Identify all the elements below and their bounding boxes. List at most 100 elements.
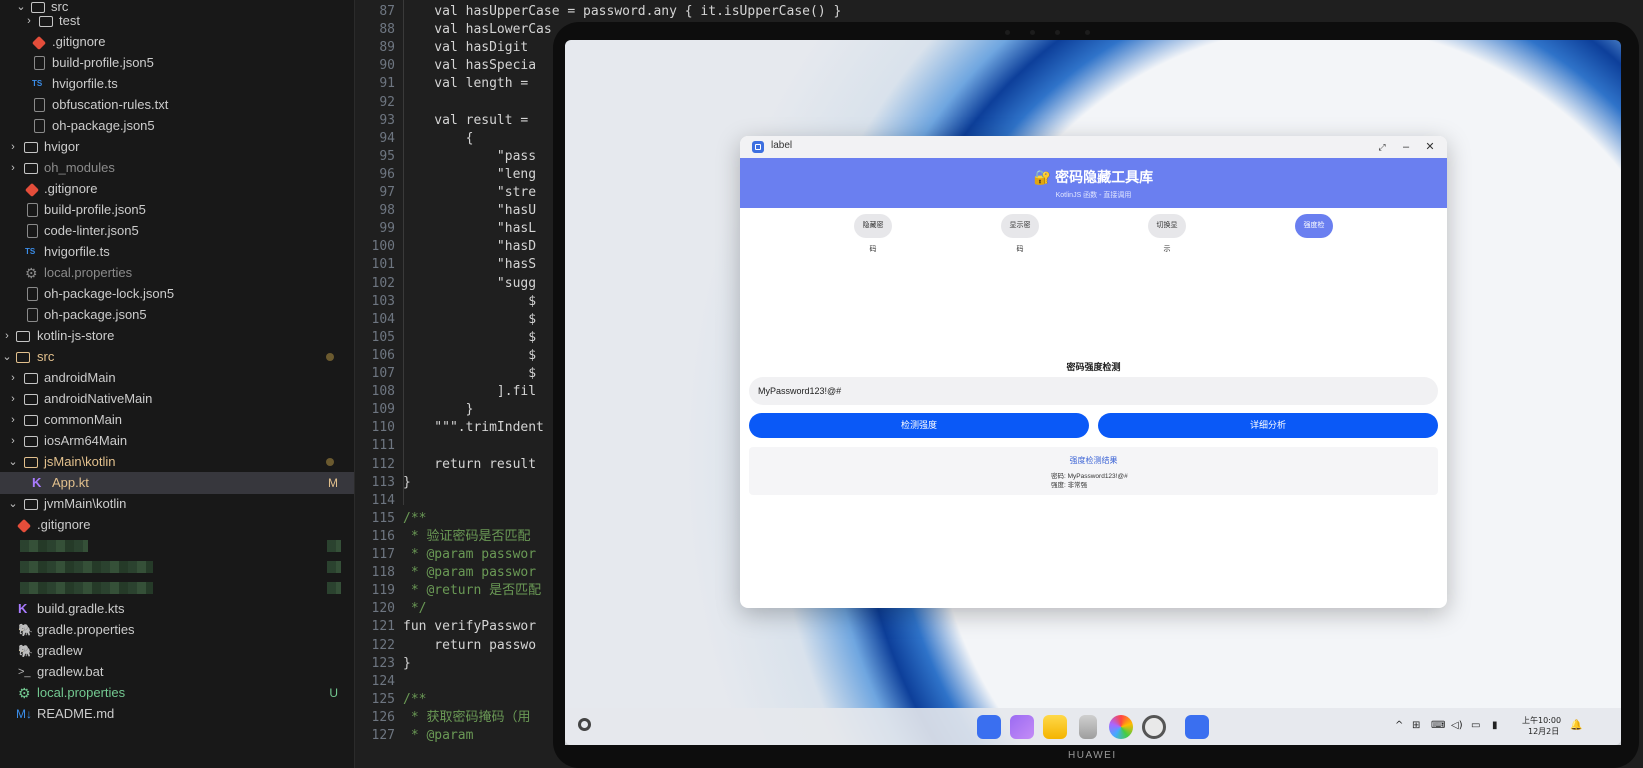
clock-time[interactable]: 上午10:00 [1522, 715, 1561, 726]
tree-file-local-properties[interactable]: ⚙ local.properties U [0, 682, 354, 704]
tree-folder-androidmain[interactable]: › androidMain [0, 367, 354, 389]
window-titlebar[interactable]: label ⤢ – ✕ [740, 136, 1447, 158]
folder-icon [24, 499, 38, 510]
tree-file-gitignore[interactable]: .gitignore [0, 178, 354, 200]
line-number: 91 [379, 76, 395, 92]
tree-folder-jvmmain[interactable]: ⌄ jvmMain\kotlin [0, 493, 354, 515]
trash-app-icon[interactable] [1079, 715, 1097, 739]
code-text: val length = [403, 76, 529, 92]
file-icon [27, 224, 38, 238]
result-title: 强度检测结果 [1069, 456, 1118, 465]
tree-file-readme[interactable]: M↓ README.md [0, 703, 354, 725]
tree-folder-src[interactable]: ⌄ src [0, 346, 354, 368]
tree-file-gitignore[interactable]: .gitignore [0, 31, 354, 53]
code-text: $ [403, 329, 537, 345]
clock-date[interactable]: 12月2日 [1528, 726, 1559, 737]
line-number: 119 [371, 583, 395, 599]
device-brand: HUAWEI [1068, 750, 1117, 761]
tree-file-gradle-properties[interactable]: 🐘 gradle.properties [0, 619, 354, 641]
chevron-up-icon[interactable]: ^ [1395, 720, 1403, 731]
display-icon[interactable]: ▭ [1471, 720, 1480, 731]
tree-label: jvmMain\kotlin [44, 496, 127, 511]
label-app-icon[interactable] [1185, 715, 1209, 739]
chevron-right-icon: › [5, 330, 9, 342]
line-number: 117 [371, 547, 395, 562]
detailed-analysis-button[interactable]: 详细分析 [1098, 413, 1438, 438]
launcher-app-icon[interactable] [977, 715, 1001, 739]
minimize-button[interactable]: – [1398, 139, 1414, 155]
input-method-icon[interactable]: ⊞ [1412, 720, 1420, 731]
tree-file-hvigorfile[interactable]: TS hvigorfile.ts [0, 73, 354, 95]
tab-strength-check[interactable]: 强度检测 [1295, 214, 1333, 253]
multitask-app-icon[interactable] [1010, 715, 1034, 739]
tree-file-gitignore[interactable]: .gitignore [0, 514, 354, 536]
redacted-block [327, 561, 341, 573]
tree-file-build-profile[interactable]: build-profile.json5 [0, 52, 354, 74]
line-number: 109 [371, 402, 395, 418]
battery-icon[interactable]: ▮ [1492, 720, 1498, 731]
tree-file-oh-package-lock[interactable]: oh-package-lock.json5 [0, 283, 354, 305]
tree-file-gradlew[interactable]: 🐘 gradlew [0, 640, 354, 662]
code-text: "leng [403, 166, 537, 182]
line-number: 92 [379, 94, 395, 110]
line-number: 110 [371, 420, 395, 436]
terminal-icon: >_ [18, 666, 31, 678]
code-text: * @param passwor [403, 565, 537, 581]
redacted-block [20, 540, 88, 552]
chevron-right-icon: › [11, 414, 15, 426]
code-text: } [403, 474, 411, 490]
notification-bell-icon[interactable]: 🔔 [1570, 720, 1582, 731]
tree-folder-test[interactable]: › test [0, 10, 354, 32]
tree-file-gradlew-bat[interactable]: >_ gradlew.bat [0, 661, 354, 683]
volume-icon[interactable]: ◁) [1451, 720, 1463, 731]
tree-file-oh-package[interactable]: oh-package.json5 [0, 115, 354, 137]
tree-folder-commonmain[interactable]: › commonMain [0, 409, 354, 431]
folder-icon [24, 373, 38, 384]
markdown-icon: M↓ [16, 707, 32, 721]
tree-file-build-profile[interactable]: build-profile.json5 [0, 199, 354, 221]
settings-app-icon[interactable] [1142, 715, 1166, 739]
tree-folder-kotlin-js-store[interactable]: › kotlin-js-store [0, 325, 354, 347]
line-number: 99 [379, 221, 395, 237]
redacted-row [0, 556, 354, 578]
folder-icon [16, 352, 30, 363]
line-number: 114 [371, 492, 395, 508]
gallery-app-icon[interactable] [1109, 715, 1133, 739]
code-text: */ [403, 601, 427, 617]
line-number: 115 [371, 510, 395, 526]
tree-folder-iosarm64main[interactable]: › iosArm64Main [0, 430, 354, 452]
tree-file-local-properties[interactable]: ⚙ local.properties [0, 262, 354, 284]
tree-file-app-kt[interactable]: K App.kt M [0, 472, 354, 494]
tree-folder-jsmain[interactable]: ⌄ jsMain\kotlin [0, 451, 354, 473]
redacted-block [327, 582, 341, 594]
tree-file-oh-package[interactable]: oh-package.json5 [0, 304, 354, 326]
line-number: 101 [371, 257, 395, 273]
tree-folder-hvigor[interactable]: › hvigor [0, 136, 354, 158]
close-button[interactable]: ✕ [1422, 139, 1438, 155]
tree-file-build-gradle[interactable]: K build.gradle.kts [0, 598, 354, 620]
line-number: 108 [371, 384, 395, 400]
tree-label: local.properties [44, 265, 133, 280]
tab-toggle-display[interactable]: 切换显示 [1148, 214, 1186, 253]
voice-assistant-icon[interactable] [578, 718, 591, 731]
line-number: 121 [371, 619, 395, 635]
line-number: 96 [379, 166, 395, 182]
line-number: 113 [371, 474, 395, 490]
tab-hide-password[interactable]: 隐藏密码 [854, 214, 892, 253]
folder-icon [24, 394, 38, 405]
tree-file-obfuscation[interactable]: obfuscation-rules.txt [0, 94, 354, 116]
notes-app-icon[interactable] [1043, 715, 1067, 739]
password-input[interactable] [749, 377, 1438, 405]
code-text: $ [403, 347, 537, 363]
keyboard-icon[interactable]: ⌨ [1431, 720, 1445, 731]
tree-folder-oh-modules[interactable]: › oh_modules [0, 157, 354, 179]
tree-file-hvigorfile[interactable]: TS hvigorfile.ts [0, 241, 354, 263]
check-strength-button[interactable]: 检测强度 [749, 413, 1089, 438]
file-icon [27, 308, 38, 322]
tab-show-password[interactable]: 显示密码 [1001, 214, 1039, 253]
tree-file-code-linter[interactable]: code-linter.json5 [0, 220, 354, 242]
restore-button[interactable]: ⤢ [1374, 139, 1390, 155]
app-icon [752, 141, 764, 153]
tree-folder-androidnativemain[interactable]: › androidNativeMain [0, 388, 354, 410]
kotlin-icon: K [32, 475, 42, 490]
